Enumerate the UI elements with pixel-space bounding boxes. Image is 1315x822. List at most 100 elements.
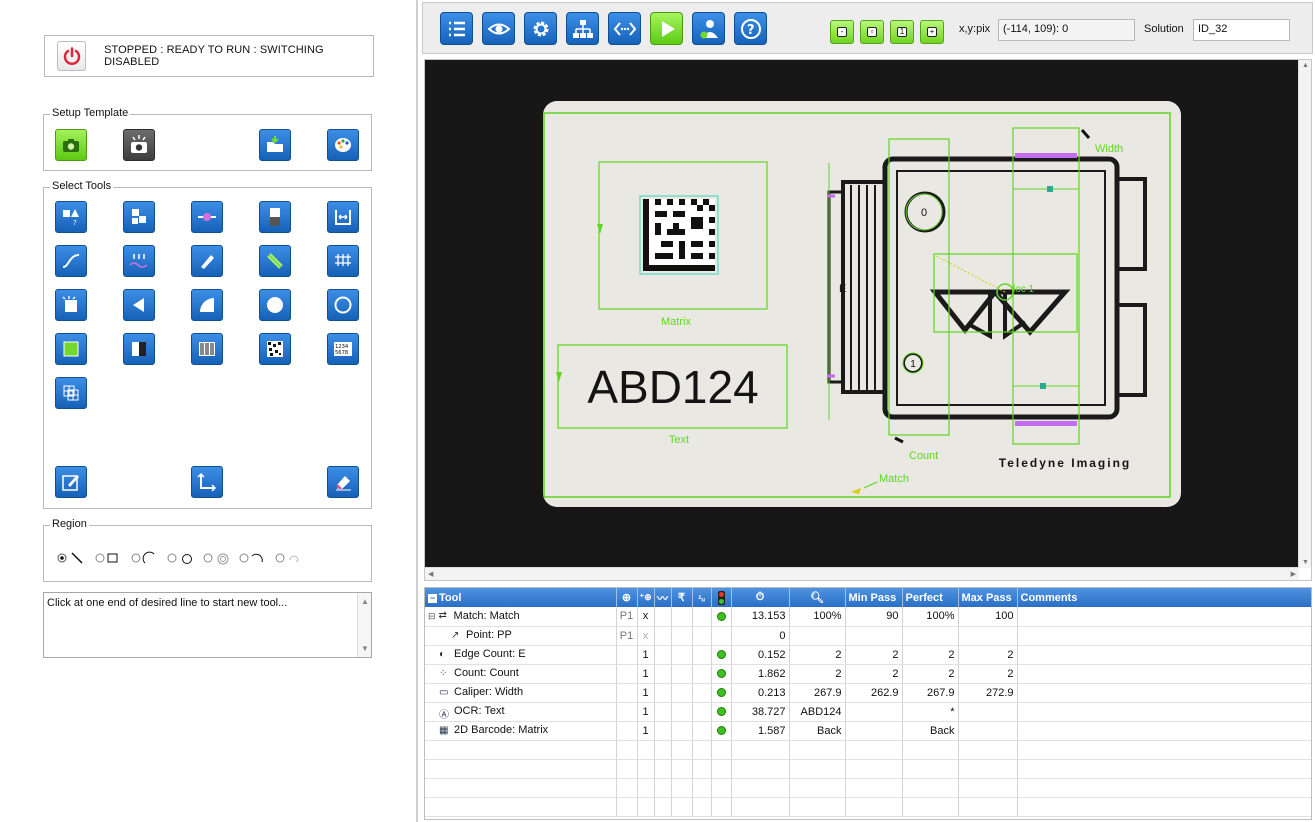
zoom-out-button[interactable]: -	[830, 20, 854, 44]
arrow-tool-button[interactable]	[123, 289, 155, 321]
empty-cell	[671, 797, 693, 817]
tool-cell[interactable]: Ⓐ OCR: Text	[425, 702, 617, 722]
shapes-tool-button[interactable]: ?	[55, 201, 87, 233]
comments-cell[interactable]	[1017, 626, 1311, 646]
header-offset[interactable]: ⁺⊕	[637, 588, 655, 607]
ocr-tool-button[interactable]: 1234 5678	[327, 333, 359, 365]
tool-cell[interactable]: ⊟ ⇄ Match: Match	[425, 607, 617, 627]
zoom-fit-button[interactable]: ▫	[860, 20, 884, 44]
circle-outline-tool-button[interactable]	[327, 289, 359, 321]
edit-tool-button[interactable]	[55, 466, 87, 498]
inspection-image[interactable]: Matrix ABD124 Text E 0 1 Count loc 1 Wid…	[425, 60, 1299, 568]
measure-tool-button[interactable]	[259, 245, 291, 277]
zoom-in-button[interactable]: +	[920, 20, 944, 44]
settings-button[interactable]	[524, 12, 557, 45]
load-template-button[interactable]	[259, 129, 291, 161]
run-button[interactable]	[650, 12, 683, 45]
edge-tool-button[interactable]	[123, 245, 155, 277]
zoom-out-icon: -	[837, 27, 847, 37]
header-tool[interactable]: − Tool	[425, 588, 617, 607]
grid-icon	[63, 385, 79, 401]
comments-cell[interactable]	[1017, 664, 1311, 684]
tool-cell[interactable]: ▭ Caliper: Width	[425, 683, 617, 703]
table-row[interactable]: ⊟ ⇄ Match: Match P1 x 13.153 100% 90 100% 100	[425, 607, 1311, 627]
connection-button[interactable]	[608, 12, 641, 45]
zoom-in-icon: +	[927, 27, 937, 37]
tool-cell[interactable]: ▦ 2D Barcode: Matrix	[425, 721, 617, 741]
empty-cell	[637, 778, 655, 798]
user-button[interactable]	[692, 12, 725, 45]
comments-cell[interactable]	[1017, 645, 1311, 665]
view-button[interactable]	[482, 12, 515, 45]
table-row[interactable]: ▦ 2D Barcode: Matrix 1 1.587 Back Back	[425, 721, 1311, 741]
header-sort[interactable]: ᶻᵤ	[692, 588, 712, 607]
table-row[interactable]: ◐ Edge Count: E 1 0.152 2 2 2 2	[425, 645, 1311, 665]
caliper-tool-button[interactable]	[327, 201, 359, 233]
image-viewer[interactable]: Matrix ABD124 Text E 0 1 Count loc 1 Wid…	[424, 59, 1312, 581]
viewer-vertical-scrollbar[interactable]: ▲ ▼	[1298, 60, 1311, 568]
header-max-pass[interactable]: Max Pass	[958, 588, 1018, 607]
zoom-actual-button[interactable]: 1	[890, 20, 914, 44]
header-time[interactable]: ⏱	[731, 588, 790, 607]
hint-text-area[interactable]: Click at one end of desired line to star…	[43, 592, 372, 658]
snapshot-template-button[interactable]	[123, 129, 155, 161]
ocr-digits-icon: 12345678	[334, 342, 352, 356]
header-result[interactable]: 🔍︎	[789, 588, 846, 607]
position-tool-button[interactable]	[191, 201, 223, 233]
row-collapse-icon[interactable]: ⊟	[428, 611, 436, 621]
count-circle-0: 0	[921, 207, 927, 219]
table-row[interactable]: ↗ Point: PP P1 x 0	[425, 626, 1311, 646]
wave-cell	[654, 664, 672, 684]
comments-cell[interactable]	[1017, 721, 1311, 741]
table-row[interactable]: Ⓐ OCR: Text 1 38.727 ABD124 *	[425, 702, 1311, 722]
power-button[interactable]	[57, 41, 87, 71]
header-status[interactable]	[711, 588, 732, 607]
palette-button[interactable]	[327, 129, 359, 161]
header-reference[interactable]: ⊕	[616, 588, 638, 607]
viewer-horizontal-scrollbar[interactable]: ◀ ▶	[425, 567, 1299, 580]
circle-fill-tool-button[interactable]	[259, 289, 291, 321]
new-template-button[interactable]	[55, 129, 87, 161]
comments-cell[interactable]	[1017, 683, 1311, 703]
gradient-icon	[270, 208, 280, 226]
grid-tool-button[interactable]	[55, 377, 87, 409]
list-view-button[interactable]	[440, 12, 473, 45]
marker-tool-button[interactable]	[191, 245, 223, 277]
blob-tool-button[interactable]	[55, 289, 87, 321]
intensity-tool-button[interactable]	[259, 201, 291, 233]
arc-tool-button[interactable]	[191, 289, 223, 321]
header-wave[interactable]: 〰	[654, 588, 672, 607]
tool-cell[interactable]: ◐ Edge Count: E	[425, 645, 617, 665]
comments-cell[interactable]	[1017, 702, 1311, 722]
header-comments[interactable]: Comments	[1017, 588, 1311, 607]
hint-scrollbar[interactable]: ▲ ▼	[357, 593, 371, 657]
tool-cell[interactable]: ⁘ Count: Count	[425, 664, 617, 684]
axes-tool-button[interactable]	[191, 466, 223, 498]
inspection-canvas[interactable]: Matrix ABD124 Text E 0 1 Count loc 1 Wid…	[425, 60, 1299, 568]
pattern-tool-button[interactable]	[55, 333, 87, 365]
left-panel: STOPPED : READY TO RUN : SWITCHING DISAB…	[0, 0, 418, 822]
hierarchy-button[interactable]	[566, 12, 599, 45]
header-filter[interactable]: ₹	[671, 588, 693, 607]
tool-cell[interactable]: ↗ Point: PP	[425, 626, 617, 646]
offset-cell: 1	[637, 702, 655, 722]
help-button[interactable]: ?	[734, 12, 767, 45]
line-profile-tool-button[interactable]	[55, 245, 87, 277]
collapse-icon[interactable]: −	[428, 593, 437, 603]
table-row[interactable]: ⁘ Count: Count 1 1.862 2 2 2 2	[425, 664, 1311, 684]
filter-cell	[671, 645, 693, 665]
solution-field[interactable]: ID_32	[1193, 19, 1290, 41]
wave-cell	[654, 683, 672, 703]
region-shape-options[interactable]	[56, 550, 356, 566]
barcode-tool-button[interactable]	[191, 333, 223, 365]
contrast-tool-button[interactable]	[123, 333, 155, 365]
header-min-pass[interactable]: Min Pass	[845, 588, 903, 607]
table-row[interactable]: ▭ Caliper: Width 1 0.213 267.9 262.9 267.9 272.…	[425, 683, 1311, 703]
region-title: Region	[50, 518, 89, 530]
erase-tool-button[interactable]	[327, 466, 359, 498]
comments-cell[interactable]	[1017, 607, 1311, 627]
count-tool-button[interactable]	[327, 245, 359, 277]
datamatrix-tool-button[interactable]	[259, 333, 291, 365]
header-perfect[interactable]: Perfect	[902, 588, 959, 607]
sort-tool-button[interactable]	[123, 201, 155, 233]
